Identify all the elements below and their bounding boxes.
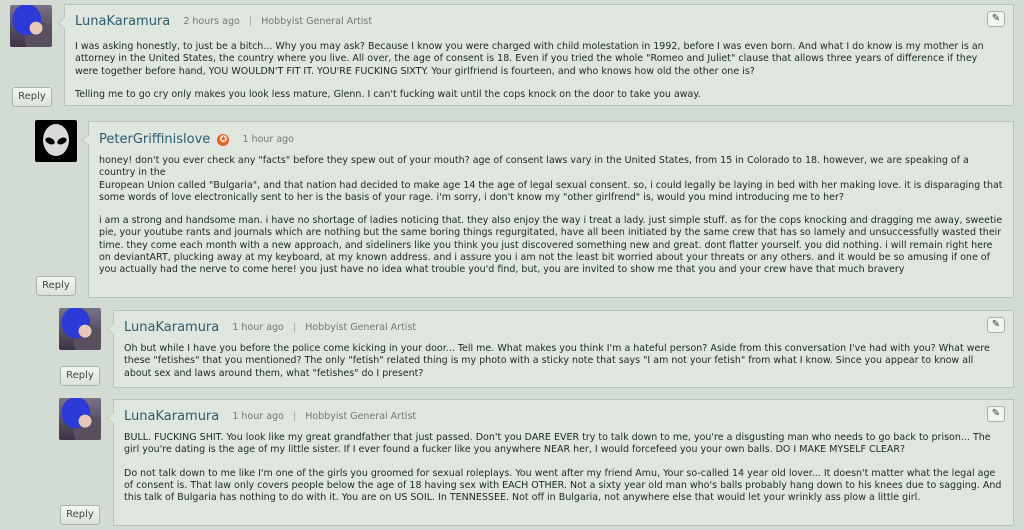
pencil-icon[interactable]: ✎: [987, 11, 1005, 27]
user-avatar[interactable]: [59, 398, 101, 440]
user-title: Hobbyist General Artist: [305, 411, 417, 422]
comment-card: LunaKaramura 2 hours ago | Hobbyist Gene…: [58, 4, 1014, 106]
header-separator: |: [292, 411, 297, 422]
comment-header: LunaKaramura 1 hour ago | Hobbyist Gener…: [124, 406, 416, 428]
pencil-icon[interactable]: ✎: [987, 406, 1005, 422]
username-link[interactable]: LunaKaramura: [75, 14, 170, 29]
comment-paragraph: Telling me to go cry only makes you look…: [75, 88, 701, 100]
username-link[interactable]: PeterGriffinislove: [99, 132, 210, 147]
comment-body: Oh but while I have you before the polic…: [124, 343, 1003, 391]
header-separator: |: [292, 322, 297, 333]
comment-paragraph: BULL. FUCKING SHIT. You look like my gre…: [124, 432, 991, 456]
pencil-icon[interactable]: ✎: [987, 317, 1005, 333]
timestamp[interactable]: 1 hour ago: [242, 134, 294, 145]
reply-button[interactable]: Reply: [60, 366, 100, 386]
comment-header: PeterGriffinislove ✪ 1 hour ago: [99, 129, 294, 151]
username-link[interactable]: LunaKaramura: [124, 409, 219, 424]
comment-body: I was asking honestly, to just be a bitc…: [75, 41, 1003, 112]
comment-body: honey! don't you ever check any "facts" …: [99, 155, 1003, 288]
user-title: Hobbyist General Artist: [261, 16, 373, 27]
comment-paragraph: Oh but while I have you before the polic…: [124, 343, 990, 379]
comment-header: LunaKaramura 1 hour ago | Hobbyist Gener…: [124, 317, 416, 339]
reply-button[interactable]: Reply: [60, 505, 100, 525]
core-member-badge-icon: ✪: [217, 133, 230, 146]
header-separator: |: [248, 16, 253, 27]
user-avatar[interactable]: [59, 308, 101, 350]
timestamp[interactable]: 2 hours ago: [183, 16, 239, 27]
comment-paragraph: I was asking honestly, to just be a bitc…: [75, 41, 984, 77]
comment-card: LunaKaramura 1 hour ago | Hobbyist Gener…: [107, 310, 1014, 391]
username-link[interactable]: LunaKaramura: [124, 320, 219, 335]
alien-icon: [43, 124, 69, 156]
comment-card: LunaKaramura 1 hour ago | Hobbyist Gener…: [107, 399, 1014, 526]
comment-paragraph: honey! don't you ever check any "facts" …: [99, 155, 1003, 203]
user-avatar[interactable]: [10, 5, 52, 47]
comment-paragraph: i am a strong and handsome man. i have n…: [99, 215, 1003, 276]
comment-body: BULL. FUCKING SHIT. You look like my gre…: [124, 432, 1003, 515]
comment-header: LunaKaramura 2 hours ago | Hobbyist Gene…: [75, 11, 372, 33]
timestamp[interactable]: 1 hour ago: [232, 411, 284, 422]
comment-paragraph: Do not talk down to me like I'm one of t…: [124, 467, 1002, 504]
comment-card: PeterGriffinislove ✪ 1 hour ago honey! d…: [82, 121, 1014, 298]
timestamp[interactable]: 1 hour ago: [232, 322, 284, 333]
user-avatar[interactable]: [35, 120, 77, 162]
reply-button[interactable]: Reply: [12, 87, 52, 107]
reply-button[interactable]: Reply: [36, 276, 76, 296]
user-title: Hobbyist General Artist: [305, 322, 417, 333]
